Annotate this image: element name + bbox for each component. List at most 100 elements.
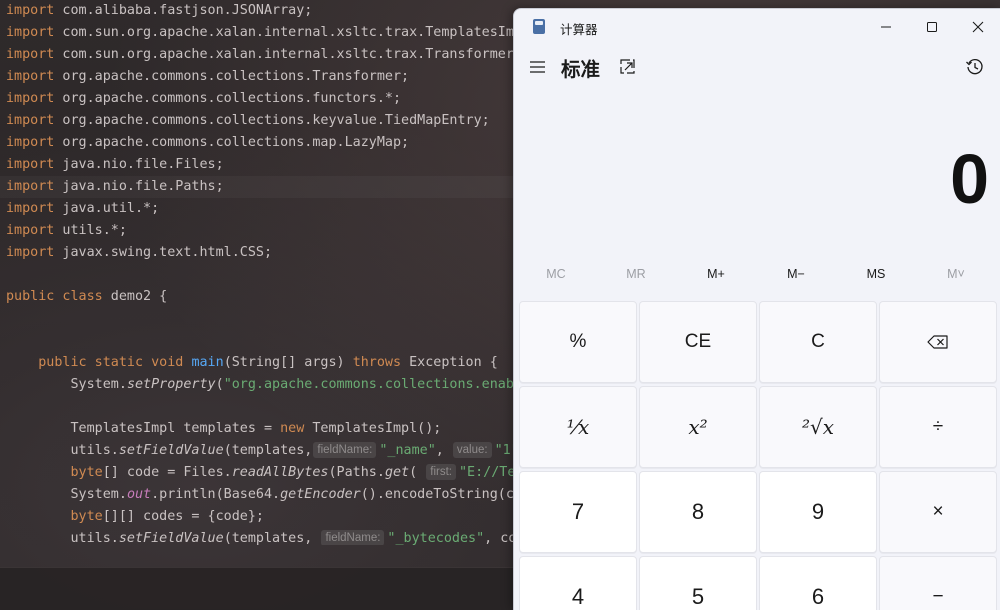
code-token: com.sun.org.apache.xalan.internal.xsltc.… xyxy=(54,25,520,40)
code-token: "_name" xyxy=(379,443,436,458)
hamburger-menu-icon[interactable] xyxy=(528,55,548,79)
percent-key-label: % xyxy=(569,331,587,352)
code-token: main xyxy=(191,355,224,370)
close-icon xyxy=(972,21,984,33)
code-token: setFieldValue xyxy=(118,443,224,458)
code-line: import com.sun.org.apache.xalan.internal… xyxy=(6,22,520,44)
code-token: out xyxy=(126,487,152,502)
code-token: utils. xyxy=(6,531,119,545)
code-token: import xyxy=(6,201,55,216)
code-line: import com.sun.org.apache.xalan.internal… xyxy=(6,44,520,66)
subtract-key[interactable]: − xyxy=(879,556,997,610)
memory-button-2[interactable]: M+ xyxy=(676,259,756,289)
parameter-hint: value: xyxy=(452,442,492,458)
code-line: byte[][] codes = {code}; xyxy=(6,506,265,528)
title-bar[interactable]: 计算器 xyxy=(514,9,1000,45)
digit-5-key-label: 5 xyxy=(691,584,705,609)
calculator-header: 标准 xyxy=(514,49,1000,89)
minimize-button[interactable] xyxy=(863,9,909,45)
clear-entry-key-label: CE xyxy=(684,331,712,352)
digit-4-key[interactable]: 4 xyxy=(519,556,637,610)
digit-8-key-label: 8 xyxy=(691,499,705,524)
code-token: ().encodeToString(code)); xyxy=(360,487,520,502)
memory-button-0[interactable]: MC xyxy=(516,259,596,289)
code-token: (Paths. xyxy=(328,465,385,480)
code-token: "E://Test.class" xyxy=(458,465,520,480)
square-key[interactable]: x² xyxy=(639,386,757,468)
history-icon[interactable] xyxy=(965,57,985,77)
code-token: new xyxy=(280,421,305,436)
multiply-key-label: × xyxy=(932,501,944,522)
code-token: java.util.*; xyxy=(54,201,160,216)
code-token: getEncoder xyxy=(280,487,361,502)
code-token: import xyxy=(6,223,55,238)
clear-key[interactable]: C xyxy=(759,301,877,383)
close-button[interactable] xyxy=(955,9,1000,45)
maximize-button[interactable] xyxy=(909,9,955,45)
code-line: utils.setFieldValue(templates, fieldName… xyxy=(6,528,520,545)
code-token: get xyxy=(384,465,410,480)
result-display: 0 xyxy=(950,140,989,218)
code-token: import xyxy=(6,179,55,194)
square-root-key[interactable]: ²√x xyxy=(759,386,877,468)
code-line: import org.apache.commons.collections.ma… xyxy=(6,132,409,154)
minimize-icon xyxy=(881,26,891,28)
code-token: "org.apache.commons.collections.enableUn… xyxy=(223,377,520,392)
parameter-hint: fieldName: xyxy=(313,442,377,458)
memory-button-1[interactable]: MR xyxy=(596,259,676,289)
code-token: import xyxy=(6,157,55,172)
memory-row: MC MR M+ M− MS M˅ xyxy=(516,259,1000,289)
code-token: java.nio.file.Files; xyxy=(54,157,224,172)
clear-entry-key[interactable]: CE xyxy=(639,301,757,383)
digit-6-key[interactable]: 6 xyxy=(759,556,877,610)
code-token: System. xyxy=(6,377,127,392)
code-token: throws xyxy=(352,355,402,370)
backspace-key[interactable] xyxy=(879,301,997,383)
code-token: utils. xyxy=(6,443,119,458)
code-token: org.apache.commons.collections.functors.… xyxy=(54,91,402,106)
divide-key-label: ÷ xyxy=(932,416,944,437)
parameter-hint: first: xyxy=(426,464,456,480)
memory-button-3[interactable]: M− xyxy=(756,259,836,289)
memory-button-4[interactable]: MS xyxy=(836,259,916,289)
code-token: com.alibaba.fastjson.JSONArray; xyxy=(54,3,313,18)
subtract-key-label: − xyxy=(932,586,944,607)
clear-key-label: C xyxy=(811,331,825,352)
code-token: import xyxy=(6,91,55,106)
keep-on-top-icon[interactable] xyxy=(619,58,637,76)
code-token: [][] codes = {code}; xyxy=(102,509,264,524)
code-token: ( xyxy=(409,465,426,480)
code-token: .println(Base64. xyxy=(151,487,281,502)
code-editor[interactable]: import com.alibaba.fastjson.JSONArray; im… xyxy=(0,0,520,545)
digit-5-key[interactable]: 5 xyxy=(639,556,757,610)
reciprocal-key[interactable]: ⅟x xyxy=(519,386,637,468)
digit-6-key-label: 6 xyxy=(811,584,825,609)
memory-button-5[interactable]: M˅ xyxy=(916,259,996,289)
code-token: TemplatesImpl templates = xyxy=(6,421,281,436)
percent-key[interactable]: % xyxy=(519,301,637,383)
code-token: setFieldValue xyxy=(118,531,224,545)
code-token: byte xyxy=(70,465,103,480)
code-token: (templates, xyxy=(223,443,313,458)
digit-8-key[interactable]: 8 xyxy=(639,471,757,553)
code-token: byte xyxy=(70,509,103,524)
code-token: org.apache.commons.collections.Transform… xyxy=(54,69,410,84)
code-token: System. xyxy=(6,487,127,502)
code-line: public class demo2 { xyxy=(6,286,167,308)
digit-7-key[interactable]: 7 xyxy=(519,471,637,553)
app-title: 计算器 xyxy=(560,22,598,37)
digit-7-key-label: 7 xyxy=(571,499,585,524)
square-key-label: x² xyxy=(688,415,708,439)
multiply-key[interactable]: × xyxy=(879,471,997,553)
code-token: import xyxy=(6,245,55,260)
code-token: [] code = Files. xyxy=(102,465,232,480)
square-root-key-label: ²√x xyxy=(801,415,835,439)
code-token: TemplatesImpl(); xyxy=(304,421,442,436)
digit-9-key[interactable]: 9 xyxy=(759,471,877,553)
divide-key[interactable]: ÷ xyxy=(879,386,997,468)
code-token: import xyxy=(6,113,55,128)
code-token: org.apache.commons.collections.keyvalue.… xyxy=(54,113,490,128)
code-line: TemplatesImpl templates = new TemplatesI… xyxy=(6,418,441,440)
